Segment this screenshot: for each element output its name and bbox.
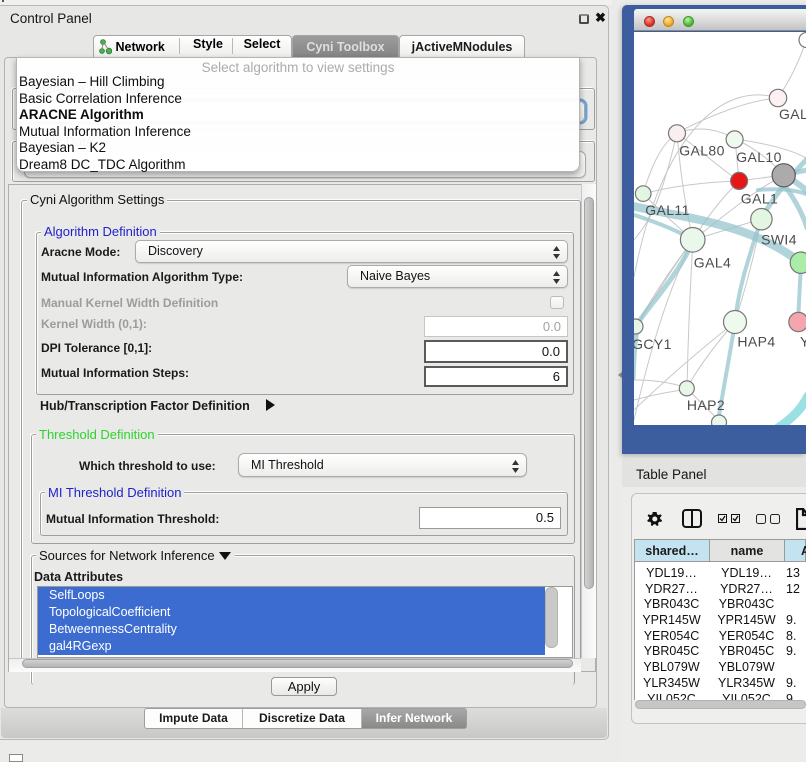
svg-text:GAL1: GAL1 — [741, 191, 778, 207]
svg-text:GAL10: GAL10 — [736, 149, 782, 165]
svg-text:GAL4: GAL4 — [694, 255, 731, 271]
svg-text:GAL80: GAL80 — [679, 143, 725, 159]
svg-text:GAL11: GAL11 — [645, 202, 690, 218]
svg-text:HAP4: HAP4 — [737, 334, 775, 350]
svg-text:GCY1: GCY1 — [634, 336, 672, 352]
svg-text:SWI4: SWI4 — [761, 232, 797, 248]
svg-text:HAP2: HAP2 — [687, 397, 725, 413]
svg-text:Y: Y — [800, 334, 806, 350]
svg-text:GAL…: GAL… — [779, 106, 806, 122]
